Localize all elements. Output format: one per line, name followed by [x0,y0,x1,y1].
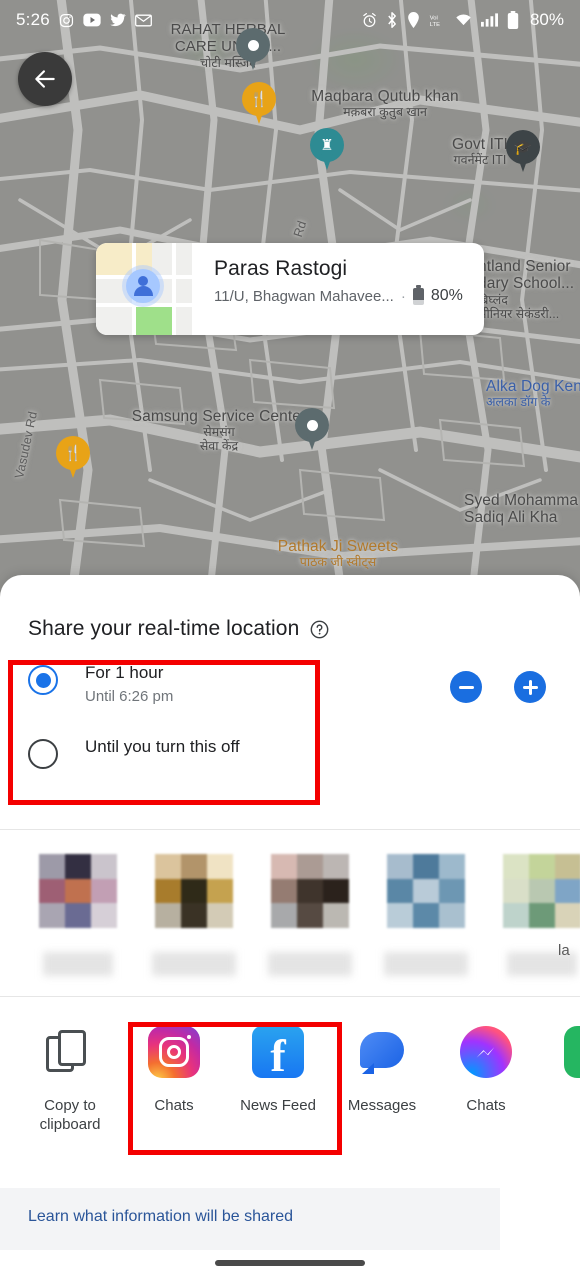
google-messages-icon [356,1029,408,1075]
shared-person-card[interactable]: Paras Rastogi 11/U, Bhagwan Mahavee... ·… [96,243,484,335]
list-item[interactable] [136,854,252,1006]
person-map-thumbnail [96,243,192,335]
share-app-label: Messages [347,1097,417,1114]
duration-stepper [450,671,546,703]
back-arrow-icon [35,70,55,88]
battery-icon [412,284,424,305]
volte-icon: Vol LTE [429,13,446,28]
list-item[interactable] [484,854,580,1006]
battery-icon [507,11,519,29]
list-item[interactable] [368,854,484,1006]
duration-options: For 1 hour Until 6:26 pm Until you turn … [0,663,580,811]
map-pin-samsung-service[interactable] [295,408,329,452]
separator-dot: · [400,287,406,305]
map-pin-restaurant-left[interactable]: 🍴 [56,436,90,480]
map-canvas[interactable]: RAHAT HERBAL CARE UNANI... चोटी मस्जिद M… [0,0,580,600]
minus-icon [458,685,474,689]
map-pin-restaurant-top[interactable]: 🍴 [242,82,276,126]
direct-share-contacts[interactable]: la [0,830,580,1006]
map-pin-school[interactable]: 🎓 [506,130,540,174]
decrease-duration-button[interactable] [450,671,482,703]
contact-label-blurred [43,952,113,976]
svg-text:LTE: LTE [430,21,440,27]
share-app-label: Copy to clipboard [39,1097,101,1133]
gmail-icon [134,14,152,27]
help-circle-icon[interactable] [310,620,329,639]
radio-until-turned-off[interactable] [28,739,58,769]
whatsapp-icon [564,1026,580,1078]
share-app-label: Chats [154,1097,194,1114]
share-app-messenger-chats[interactable]: Chats [434,1023,538,1145]
share-app-messages[interactable]: Messages [330,1023,434,1145]
share-app-instagram-chats[interactable]: Chats [122,1023,226,1145]
share-app-label: Chats [466,1097,506,1114]
share-app-whatsapp[interactable]: Ha [538,1023,580,1145]
list-item[interactable] [20,854,136,1006]
youtube-icon [83,13,101,27]
share-app-label: News Feed [240,1097,316,1114]
contact-avatar [39,854,117,928]
sheet-header: Share your real-time location [0,575,580,641]
app-screen: RAHAT HERBAL CARE UNANI... चोटी मस्जिद M… [0,0,580,1284]
share-app-facebook-news-feed[interactable]: f News Feed [226,1023,330,1145]
contact-label-blurred [384,952,468,976]
home-gesture-bar[interactable] [215,1260,365,1266]
avatar [126,269,160,303]
contact-avatar [271,854,349,928]
radio-for-1-hour[interactable] [28,665,58,695]
battery-percent: 80% [529,10,564,29]
wifi-icon [455,13,472,27]
option-until-turned-off[interactable]: Until you turn this off [28,737,580,799]
facebook-icon: f [252,1026,304,1079]
cellular-signal-icon [480,13,498,27]
location-icon [407,12,420,28]
contact-avatar [155,854,233,928]
person-address: 11/U, Bhagwan Mahavee... [214,287,394,305]
svg-text:Vol: Vol [430,15,438,21]
list-item[interactable] [252,854,368,1006]
status-time: 5:26 [16,10,50,29]
share-app-copy-to-clipboard[interactable]: Copy to clipboard [18,1023,122,1145]
share-location-sheet: Share your real-time location For 1 hour… [0,575,580,1284]
messenger-icon [460,1026,512,1078]
contact-label-partial: la [558,942,570,959]
instagram-icon [59,13,74,28]
option-label: For 1 hour [85,663,164,682]
contact-label-blurred [152,952,236,976]
option-label: Until you turn this off [85,737,240,756]
map-pin-monument[interactable]: ♜ [310,128,344,172]
twitter-icon [110,13,126,27]
bluetooth-icon [386,12,398,28]
person-name: Paras Rastogi [214,257,348,280]
sheet-footer: Learn what information will be shared [0,1188,580,1284]
contact-avatar [387,854,465,928]
contact-label-blurred [268,952,352,976]
plus-icon-v [528,679,532,695]
instagram-icon [148,1026,200,1078]
status-bar: 5:26 Vol LTE 80% [0,0,580,40]
contact-avatar [503,854,580,928]
option-sublabel: Until 6:26 pm [85,688,174,705]
learn-what-is-shared-link[interactable]: Learn what information will be shared [28,1208,293,1226]
increase-duration-button[interactable] [514,671,546,703]
share-apps-row[interactable]: Copy to clipboard Chats f News Feed Mess… [0,997,580,1145]
page-title: Share your real-time location [28,617,300,640]
back-button[interactable] [18,52,72,106]
person-battery-percent: 80% [430,287,463,304]
copy-to-clipboard-icon [44,1026,96,1078]
alarm-icon [362,12,377,28]
